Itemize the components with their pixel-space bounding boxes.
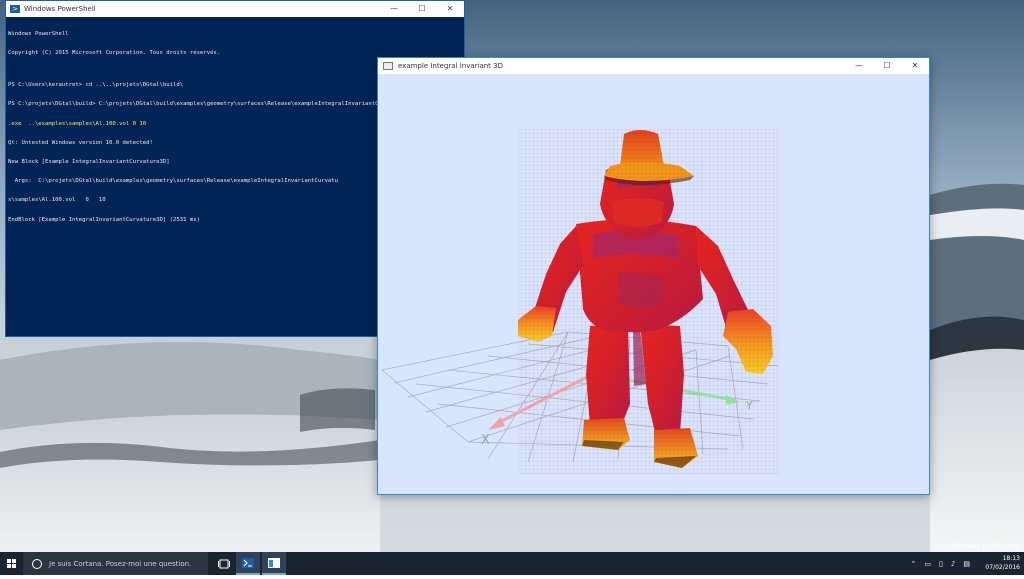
volume-icon[interactable]: ♪: [951, 560, 955, 568]
viewer-title: example Integral Invariant 3D: [398, 62, 503, 70]
console-line: Copyright (C) 2015 Microsoft Corporation…: [8, 50, 221, 57]
cortana-icon: [32, 558, 42, 569]
3d-viewport[interactable]: X Y: [378, 74, 929, 494]
powershell-titlebar[interactable]: > Windows PowerShell — ☐ ✕: [6, 1, 464, 17]
axis-x-label: X: [481, 433, 490, 448]
tray-app-icon[interactable]: ▭: [924, 560, 931, 568]
powershell-icon: [242, 557, 254, 568]
taskbar: Je suis Cortana. Posez-moi une question.…: [0, 552, 1024, 575]
minimize-button[interactable]: —: [845, 58, 873, 74]
clock[interactable]: 18:13 07/02/2016: [985, 554, 1020, 572]
viewer-window[interactable]: example Integral Invariant 3D — ☐ ✕ X: [377, 57, 930, 495]
windows-edition-watermark: Windows 10 Éducation: [952, 543, 1021, 550]
viewer-titlebar[interactable]: example Integral Invariant 3D — ☐ ✕: [378, 58, 929, 74]
system-tray: ⌃ ▭ ▯ ♪ ▤: [907, 552, 974, 575]
maximize-button[interactable]: ☐: [873, 58, 901, 74]
powershell-title: Windows PowerShell: [24, 5, 96, 13]
tray-chevron-icon[interactable]: ⌃: [911, 560, 917, 568]
maximize-button[interactable]: ☐: [408, 1, 436, 17]
clock-time: 18:13: [1002, 555, 1020, 562]
app-icon: [383, 62, 393, 70]
cortana-search-box[interactable]: Je suis Cortana. Posez-moi une question.: [23, 552, 208, 575]
task-view-icon: [218, 559, 230, 568]
taskbar-powershell[interactable]: [236, 552, 260, 575]
windows-logo-icon: [7, 559, 16, 568]
app-window-icon: [268, 557, 280, 568]
taskbar-viewer-app[interactable]: [262, 552, 286, 575]
search-placeholder: Je suis Cortana. Posez-moi une question.: [49, 559, 192, 568]
battery-icon[interactable]: ▯: [939, 560, 943, 568]
gorilla-model: [518, 129, 778, 474]
close-button[interactable]: ✕: [901, 58, 929, 74]
powershell-icon: >: [10, 5, 20, 13]
console-line: Windows PowerShell: [8, 30, 69, 37]
clock-date: 07/02/2016: [985, 564, 1020, 571]
notifications-icon[interactable]: ▤: [963, 560, 970, 568]
task-view-button[interactable]: [212, 552, 236, 575]
close-button[interactable]: ✕: [436, 1, 464, 17]
minimize-button[interactable]: —: [380, 1, 408, 17]
start-button[interactable]: [0, 552, 23, 575]
